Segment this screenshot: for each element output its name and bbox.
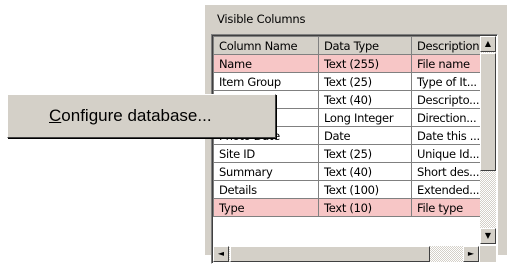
menu-item-label: onfigure database... bbox=[61, 106, 212, 125]
arrow-down-icon: ▼ bbox=[484, 231, 492, 240]
cell-description[interactable]: Type of It... bbox=[411, 72, 484, 91]
vertical-scrollbar[interactable]: ▲ ▼ bbox=[480, 36, 496, 244]
arrow-up-icon: ▲ bbox=[484, 39, 492, 48]
columns-grid[interactable]: Column Name Data Type Description Name Te… bbox=[211, 34, 498, 264]
cell-column-name[interactable]: Details bbox=[213, 180, 319, 199]
cell-description[interactable]: File type bbox=[411, 198, 484, 217]
cell-data-type[interactable]: Text (25) bbox=[318, 72, 412, 91]
header-row: Column Name Data Type Description bbox=[213, 36, 484, 55]
table-row[interactable]: Type Text (10) File type bbox=[213, 198, 484, 217]
context-menu: Configure database... bbox=[7, 94, 276, 138]
scroll-left-button[interactable]: ◄ bbox=[213, 246, 229, 262]
scroll-corner bbox=[480, 246, 496, 262]
column-header-description[interactable]: Description bbox=[411, 36, 484, 55]
scroll-up-button[interactable]: ▲ bbox=[480, 36, 496, 52]
cell-description[interactable]: Unique Id... bbox=[411, 144, 484, 163]
arrow-right-icon: ► bbox=[467, 249, 475, 258]
table-row[interactable]: Summary Text (40) Short des... bbox=[213, 162, 484, 181]
cell-description[interactable]: Descripto... bbox=[411, 90, 484, 109]
cell-description[interactable]: File name bbox=[411, 54, 484, 73]
group-title: Visible Columns bbox=[217, 12, 306, 26]
column-header-name[interactable]: Column Name bbox=[213, 36, 319, 55]
cell-data-type[interactable]: Text (40) bbox=[318, 90, 412, 109]
cell-column-name[interactable]: Item Group bbox=[213, 72, 319, 91]
arrow-left-icon: ◄ bbox=[217, 249, 225, 258]
horizontal-scrollbar[interactable]: ◄ ► bbox=[213, 246, 479, 262]
table-row[interactable]: Name Text (255) File name bbox=[213, 54, 484, 73]
cell-column-name[interactable]: Site ID bbox=[213, 144, 319, 163]
cell-data-type[interactable]: Text (40) bbox=[318, 162, 412, 181]
cell-data-type[interactable]: Date bbox=[318, 126, 412, 145]
cell-column-name[interactable]: Summary bbox=[213, 162, 319, 181]
cell-data-type[interactable]: Text (10) bbox=[318, 198, 412, 217]
cell-column-name[interactable]: Name bbox=[213, 54, 319, 73]
cell-data-type[interactable]: Text (100) bbox=[318, 180, 412, 199]
vertical-scroll-thumb[interactable] bbox=[480, 53, 496, 171]
cell-column-name[interactable]: Type bbox=[213, 198, 319, 217]
scroll-down-button[interactable]: ▼ bbox=[480, 228, 496, 244]
horizontal-scroll-thumb[interactable] bbox=[230, 246, 430, 262]
configure-database-menu-item[interactable]: Configure database... bbox=[11, 98, 272, 134]
table-row[interactable]: Site ID Text (25) Unique Id... bbox=[213, 144, 484, 163]
table-row[interactable]: Details Text (100) Extended... bbox=[213, 180, 484, 199]
cell-description[interactable]: Short des... bbox=[411, 162, 484, 181]
menu-item-mnemonic: C bbox=[49, 106, 62, 125]
table-row[interactable]: Item Group Text (25) Type of It... bbox=[213, 72, 484, 91]
cell-description[interactable]: Extended... bbox=[411, 180, 484, 199]
cell-data-type[interactable]: Long Integer bbox=[318, 108, 412, 127]
cell-description[interactable]: Direction... bbox=[411, 108, 484, 127]
cell-description[interactable]: Date this ... bbox=[411, 126, 484, 145]
column-header-type[interactable]: Data Type bbox=[318, 36, 412, 55]
cell-data-type[interactable]: Text (25) bbox=[318, 144, 412, 163]
cell-data-type[interactable]: Text (255) bbox=[318, 54, 412, 73]
scroll-right-button[interactable]: ► bbox=[463, 246, 479, 262]
